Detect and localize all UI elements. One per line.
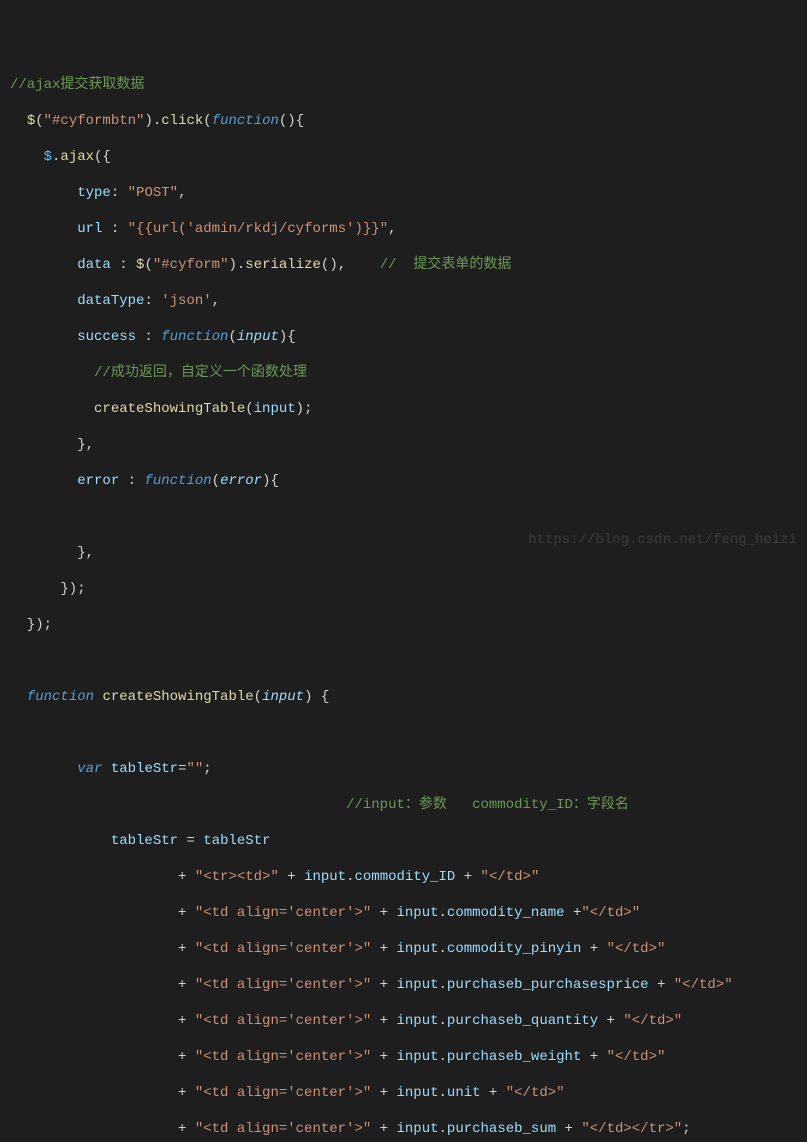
code-line bbox=[10, 724, 797, 742]
comment: // 提交表单的数据 bbox=[380, 257, 512, 273]
string-literal: "</td></tr>" bbox=[581, 1121, 682, 1137]
string-literal: "</td>" bbox=[607, 941, 666, 957]
code-line: type: "POST", bbox=[10, 184, 797, 202]
prop: purchaseb_sum bbox=[447, 1121, 556, 1137]
prop-url: url bbox=[77, 221, 102, 237]
string-literal: "</td>" bbox=[506, 1085, 565, 1101]
watermark-text: https://blog.csdn.net/feng_heizi bbox=[528, 531, 797, 549]
prop: unit bbox=[447, 1085, 481, 1101]
keyword-function: function bbox=[27, 689, 94, 705]
code-line: }); bbox=[10, 580, 797, 598]
prop-type: type bbox=[77, 185, 111, 201]
code-line: }, bbox=[10, 436, 797, 454]
string-literal: "{{url('admin/rkdj/cyforms')}}" bbox=[128, 221, 388, 237]
var-tablestr: tableStr bbox=[111, 833, 178, 849]
code-line: createShowingTable(input); bbox=[10, 400, 797, 418]
keyword-function: function bbox=[144, 473, 211, 489]
prop-data: data bbox=[77, 257, 111, 273]
string-literal: "<td align='center'>" bbox=[195, 1121, 371, 1137]
comment: //成功返回，自定义一个函数处理 bbox=[94, 365, 307, 381]
keyword-function: function bbox=[212, 113, 279, 129]
code-line: success : function(input){ bbox=[10, 328, 797, 346]
code-line: dataType: 'json', bbox=[10, 292, 797, 310]
func-def: createShowingTable bbox=[102, 689, 253, 705]
string-literal: "</td>" bbox=[581, 905, 640, 921]
method-ajax: ajax bbox=[60, 149, 94, 165]
prop-error: error bbox=[77, 473, 119, 489]
code-line: + "<td align='center'>" + input.purchase… bbox=[10, 1012, 797, 1030]
string-literal: "<tr><td>" bbox=[195, 869, 279, 885]
code-line: $.ajax({ bbox=[10, 148, 797, 166]
method-click: click bbox=[161, 113, 203, 129]
code-line: + "<td align='center'>" + input.commodit… bbox=[10, 904, 797, 922]
keyword-function: function bbox=[161, 329, 228, 345]
method-serialize: serialize bbox=[245, 257, 321, 273]
code-line: + "<tr><td>" + input.commodity_ID + "</t… bbox=[10, 868, 797, 886]
code-line: var tableStr=""; bbox=[10, 760, 797, 778]
code-line: + "<td align='center'>" + input.purchase… bbox=[10, 1120, 797, 1138]
code-line: + "<td align='center'>" + input.purchase… bbox=[10, 976, 797, 994]
code-line: //input：参数 commodity_ID：字段名 bbox=[10, 796, 797, 814]
code-line: tableStr = tableStr bbox=[10, 832, 797, 850]
code-line: }); bbox=[10, 616, 797, 634]
string-literal: "#cyform" bbox=[153, 257, 229, 273]
prop: purchaseb_weight bbox=[447, 1049, 581, 1065]
code-line: + "<td align='center'>" + input.unit + "… bbox=[10, 1084, 797, 1102]
prop: commodity_name bbox=[447, 905, 565, 921]
prop: commodity_pinyin bbox=[447, 941, 581, 957]
code-line: //成功返回，自定义一个函数处理 bbox=[10, 364, 797, 382]
code-line: $("#cyformbtn").click(function(){ bbox=[10, 112, 797, 130]
string-literal: "POST" bbox=[128, 185, 178, 201]
param-error: error bbox=[220, 473, 262, 489]
code-line: + "<td align='center'>" + input.commodit… bbox=[10, 940, 797, 958]
code-line: //ajax提交获取数据 bbox=[10, 76, 797, 94]
string-literal: "<td align='center'>" bbox=[195, 977, 371, 993]
prop: purchaseb_quantity bbox=[447, 1013, 598, 1029]
string-literal: "<td align='center'>" bbox=[195, 1085, 371, 1101]
prop-success: success bbox=[77, 329, 136, 345]
prop: commodity_ID bbox=[355, 869, 456, 885]
prop-datatype: dataType bbox=[77, 293, 144, 309]
func-call: createShowingTable bbox=[94, 401, 245, 417]
string-literal: "</td>" bbox=[623, 1013, 682, 1029]
code-line: error : function(error){ bbox=[10, 472, 797, 490]
string-literal: "<td align='center'>" bbox=[195, 941, 371, 957]
comment: //input：参数 commodity_ID：字段名 bbox=[346, 797, 629, 813]
var-tablestr: tableStr bbox=[203, 833, 270, 849]
prop: purchaseb_purchasesprice bbox=[447, 977, 649, 993]
code-line: + "<td align='center'>" + input.purchase… bbox=[10, 1048, 797, 1066]
code-line bbox=[10, 508, 797, 526]
arg-input: input bbox=[254, 401, 296, 417]
code-line: function createShowingTable(input) { bbox=[10, 688, 797, 706]
string-literal: "<td align='center'>" bbox=[195, 1013, 371, 1029]
string-literal: "<td align='center'>" bbox=[195, 905, 371, 921]
keyword-var: var bbox=[77, 761, 102, 777]
string-literal: "</td>" bbox=[674, 977, 733, 993]
param-input: input bbox=[262, 689, 304, 705]
code-line: url : "{{url('admin/rkdj/cyforms')}}", bbox=[10, 220, 797, 238]
string-literal: 'json' bbox=[161, 293, 211, 309]
param-input: input bbox=[237, 329, 279, 345]
string-literal: "<td align='center'>" bbox=[195, 1049, 371, 1065]
code-line: data : $("#cyform").serialize(), // 提交表单… bbox=[10, 256, 797, 274]
string-literal: "</td>" bbox=[607, 1049, 666, 1065]
string-literal: "</td>" bbox=[481, 869, 540, 885]
comment: //ajax提交获取数据 bbox=[10, 77, 144, 93]
code-line bbox=[10, 652, 797, 670]
string-literal: "#cyformbtn" bbox=[44, 113, 145, 129]
string-literal: "" bbox=[186, 761, 203, 777]
var-tablestr: tableStr bbox=[111, 761, 178, 777]
